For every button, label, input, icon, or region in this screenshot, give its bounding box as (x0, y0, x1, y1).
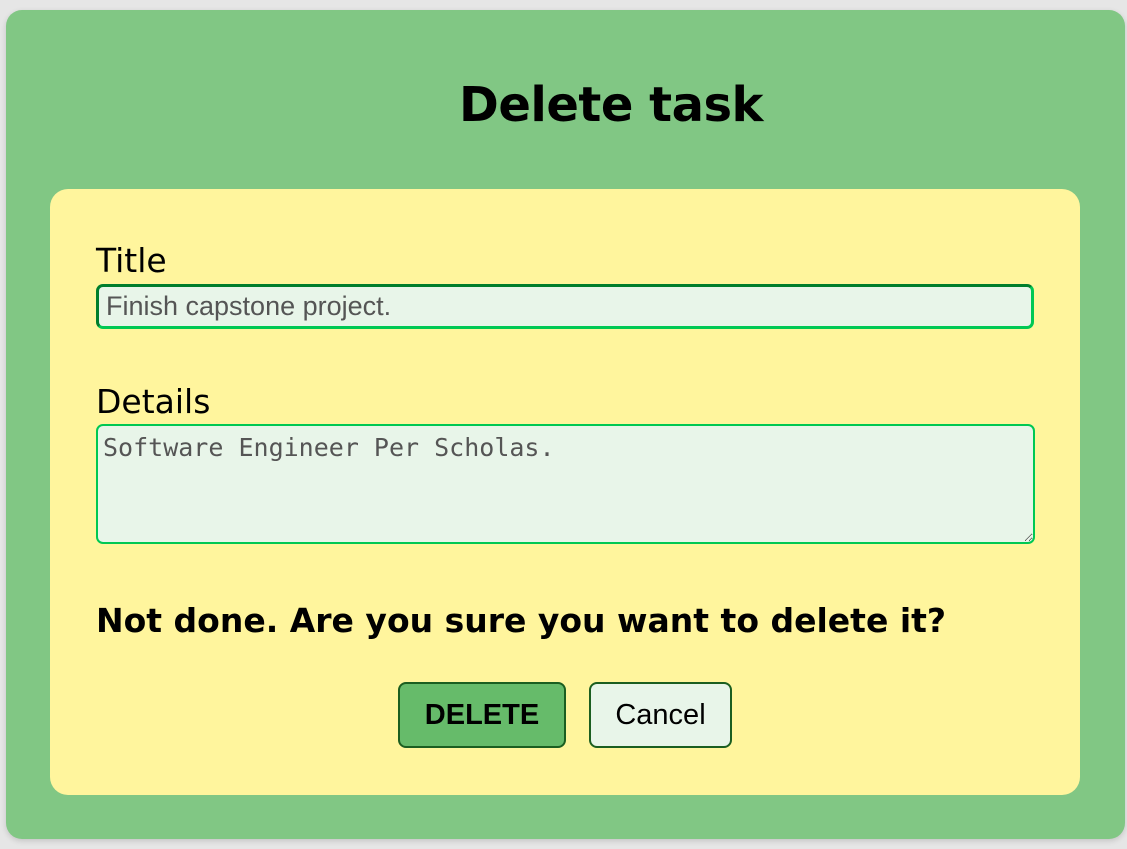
details-label: Details (96, 382, 211, 421)
delete-task-form: Title Details Software Engineer Per Scho… (50, 189, 1080, 795)
delete-confirmation-text: Not done. Are you sure you want to delet… (96, 601, 947, 640)
delete-task-container: Delete task Title Details Software Engin… (6, 10, 1125, 839)
title-label: Title (96, 241, 167, 280)
delete-button[interactable]: DELETE (398, 682, 566, 748)
page-title: Delete task (459, 77, 763, 133)
cancel-button[interactable]: Cancel (589, 682, 732, 748)
title-input[interactable] (96, 284, 1034, 329)
details-textarea[interactable]: Software Engineer Per Scholas. (96, 424, 1035, 544)
